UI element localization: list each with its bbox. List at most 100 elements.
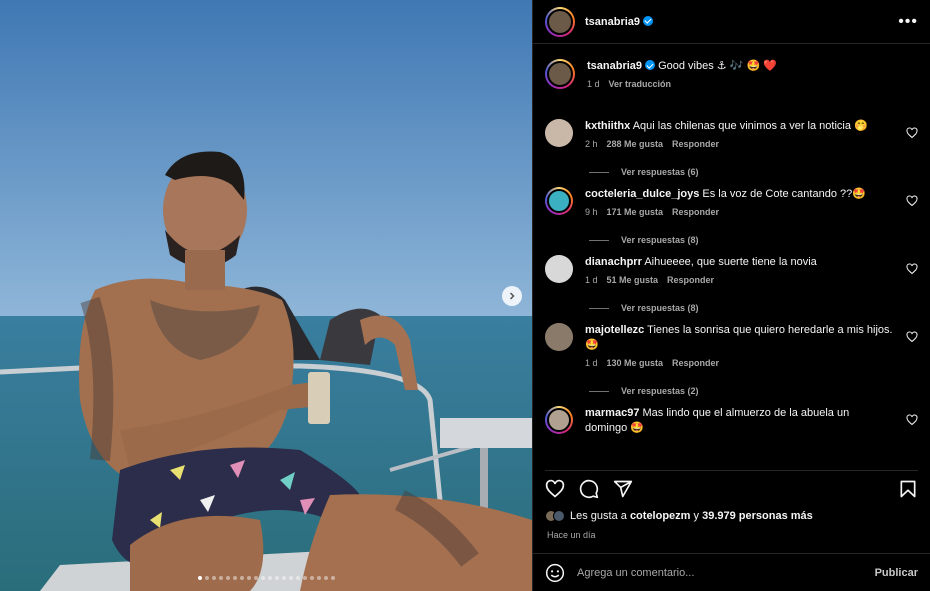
view-replies-label: Ver respuestas (6) bbox=[621, 167, 699, 177]
carousel-dot bbox=[288, 576, 293, 580]
translate-link[interactable]: Ver traducción bbox=[609, 79, 672, 89]
comment-item: kxthiithx Aqui las chilenas que vinimos … bbox=[545, 119, 918, 177]
comment-item: majotellezc Tienes la sonrisa que quiero… bbox=[545, 323, 918, 396]
commenter-avatar[interactable] bbox=[545, 119, 573, 147]
likes-prefix: Les gusta a bbox=[570, 510, 630, 522]
carousel-dot bbox=[267, 576, 272, 580]
emoji-icon[interactable] bbox=[545, 563, 565, 583]
comment-like-heart-icon[interactable] bbox=[906, 127, 918, 139]
author-username[interactable]: tsanabria9 bbox=[585, 16, 640, 28]
liker-username[interactable]: cotelopezm bbox=[630, 510, 691, 522]
comment-like-heart-icon[interactable] bbox=[906, 195, 918, 207]
comment-time[interactable]: 2 h bbox=[585, 139, 598, 149]
comment-likes[interactable]: 171 Me gusta bbox=[607, 207, 664, 217]
beach-photo-illustration bbox=[0, 0, 532, 591]
verified-badge-icon bbox=[645, 60, 656, 70]
caption-time[interactable]: 1 d bbox=[587, 79, 600, 89]
comment-text: Es la voz de Cote cantando ??🤩 bbox=[702, 188, 866, 200]
carousel-dot bbox=[211, 576, 216, 580]
likes-count[interactable]: 39.979 personas más bbox=[702, 510, 813, 522]
comment-text: Aihueeee, que suerte tiene la novia bbox=[644, 256, 817, 268]
view-replies-button[interactable]: Ver respuestas (2) bbox=[589, 386, 918, 396]
more-options-icon[interactable]: ••• bbox=[898, 13, 918, 31]
comment-like-heart-icon[interactable] bbox=[906, 414, 918, 426]
comment-text: Aqui las chilenas que vinimos a ver la n… bbox=[632, 120, 868, 132]
commenter-avatar[interactable] bbox=[545, 187, 573, 215]
carousel-dot bbox=[246, 576, 251, 580]
view-replies-button[interactable]: Ver respuestas (8) bbox=[589, 303, 918, 313]
author-avatar[interactable] bbox=[545, 59, 575, 89]
carousel-dot bbox=[204, 576, 209, 580]
carousel-dot bbox=[197, 576, 202, 580]
carousel-dot bbox=[316, 576, 321, 580]
likes-summary: Les gusta a cotelopezm y 39.979 personas… bbox=[545, 510, 813, 522]
post-header: tsanabria9 ••• bbox=[533, 0, 930, 44]
comments-list[interactable]: tsanabria9 Good vibes ⚓ 🎶 🤩 ❤️ 1 d Ver t… bbox=[533, 45, 930, 465]
carousel-dot bbox=[302, 576, 307, 580]
comment-time[interactable]: 1 d bbox=[585, 358, 598, 368]
commenter-username[interactable]: dianachprr bbox=[585, 256, 642, 268]
carousel-next-button[interactable] bbox=[502, 286, 522, 306]
carousel-dot bbox=[295, 576, 300, 580]
add-comment-bar: Publicar bbox=[533, 553, 930, 591]
comment-item: marmac97 Mas lindo que el almuerzo de la… bbox=[545, 406, 918, 436]
carousel-dot bbox=[281, 576, 286, 580]
author-avatar[interactable] bbox=[545, 6, 575, 37]
view-replies-label: Ver respuestas (8) bbox=[621, 303, 699, 313]
heart-icon[interactable] bbox=[545, 479, 565, 499]
chevron-right-icon bbox=[509, 292, 515, 300]
carousel-dot bbox=[239, 576, 244, 580]
reply-button[interactable]: Responder bbox=[672, 358, 719, 368]
carousel-dot bbox=[330, 576, 335, 580]
comment-likes[interactable]: 51 Me gusta bbox=[607, 275, 659, 285]
likes-conjunction: y bbox=[690, 510, 703, 522]
comment-input[interactable] bbox=[577, 566, 875, 579]
replies-line bbox=[589, 239, 609, 241]
comment-time[interactable]: 9 h bbox=[585, 207, 598, 217]
commenter-username[interactable]: cocteleria_dulce_joys bbox=[585, 188, 699, 200]
commenter-username[interactable]: majotellezc bbox=[585, 324, 644, 336]
carousel-dot bbox=[225, 576, 230, 580]
comment-time[interactable]: 1 d bbox=[585, 275, 598, 285]
posted-time[interactable]: Hace un día bbox=[547, 530, 596, 540]
share-icon[interactable] bbox=[613, 479, 633, 499]
reply-button[interactable]: Responder bbox=[667, 275, 714, 285]
caption-text: Good vibes ⚓ 🎶 🤩 ❤️ bbox=[658, 60, 777, 72]
carousel-dot bbox=[253, 576, 258, 580]
commenter-username[interactable]: marmac97 bbox=[585, 407, 639, 419]
carousel-indicator bbox=[0, 576, 532, 580]
reply-button[interactable]: Responder bbox=[672, 139, 719, 149]
view-replies-button[interactable]: Ver respuestas (8) bbox=[589, 235, 918, 245]
reply-button[interactable]: Responder bbox=[672, 207, 719, 217]
publish-button[interactable]: Publicar bbox=[875, 567, 918, 579]
view-replies-label: Ver respuestas (2) bbox=[621, 386, 699, 396]
replies-line bbox=[589, 307, 609, 309]
replies-line bbox=[589, 171, 609, 173]
post-photo bbox=[0, 0, 532, 591]
liker-avatar bbox=[553, 510, 565, 522]
comment-like-heart-icon[interactable] bbox=[906, 331, 918, 343]
comment-icon[interactable] bbox=[579, 479, 599, 499]
post-sidebar: tsanabria9 ••• tsanabria9 Good vibes ⚓ 🎶… bbox=[532, 0, 930, 591]
comment-like-heart-icon[interactable] bbox=[906, 263, 918, 275]
carousel-dot bbox=[218, 576, 223, 580]
view-replies-button[interactable]: Ver respuestas (6) bbox=[589, 167, 918, 177]
comment-likes[interactable]: 288 Me gusta bbox=[607, 139, 664, 149]
view-replies-label: Ver respuestas (8) bbox=[621, 235, 699, 245]
commenter-avatar[interactable] bbox=[545, 255, 573, 283]
caption-username[interactable]: tsanabria9 bbox=[587, 60, 642, 72]
comment-item: cocteleria_dulce_joys Es la voz de Cote … bbox=[545, 187, 918, 245]
carousel-dot bbox=[274, 576, 279, 580]
commenter-username[interactable]: kxthiithx bbox=[585, 120, 630, 132]
carousel-dot bbox=[260, 576, 265, 580]
post-caption: tsanabria9 Good vibes ⚓ 🎶 🤩 ❤️ 1 d Ver t… bbox=[545, 45, 918, 115]
carousel-dot bbox=[309, 576, 314, 580]
replies-line bbox=[589, 390, 609, 392]
commenter-avatar[interactable] bbox=[545, 323, 573, 351]
comment-item: dianachprr Aihueeee, que suerte tiene la… bbox=[545, 255, 918, 313]
bookmark-icon[interactable] bbox=[898, 479, 918, 499]
carousel-dot bbox=[323, 576, 328, 580]
verified-badge-icon bbox=[643, 15, 654, 26]
commenter-avatar[interactable] bbox=[545, 406, 573, 434]
comment-likes[interactable]: 130 Me gusta bbox=[607, 358, 664, 368]
